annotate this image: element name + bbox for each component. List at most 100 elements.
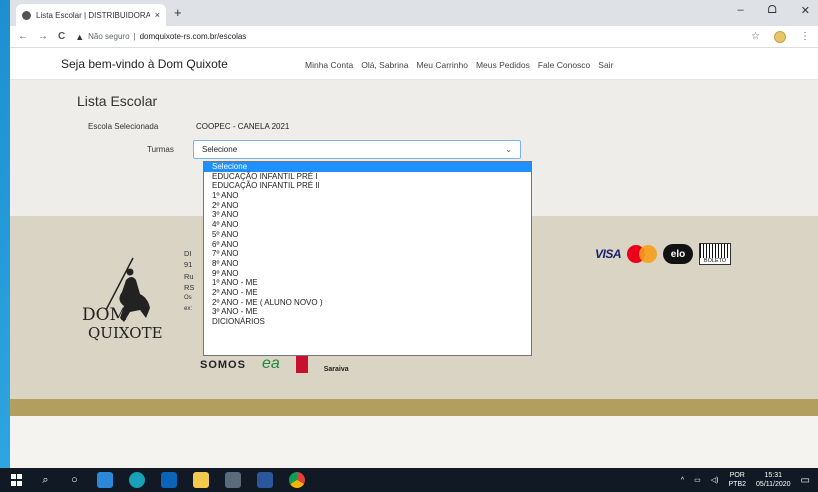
site-header: Seja bem-vindo à Dom Quixote Minha Conta… (10, 49, 818, 80)
dropdown-option[interactable]: 2º ANO - ME ( ALUNO NOVO ) (204, 298, 531, 308)
chevron-down-icon: ⌄ (505, 145, 512, 154)
clock-time: 15:31 (764, 472, 783, 479)
profile-avatar[interactable] (774, 30, 786, 43)
page-title: Lista Escolar (77, 93, 158, 109)
language-indicator[interactable]: POR PTB2 (729, 471, 747, 489)
saraiva-logo: Saraiva (323, 366, 349, 373)
turmas-select[interactable]: Selecione ⌄ (193, 140, 521, 159)
mastercard-logo (627, 245, 658, 263)
dom-quixote-logo: DOM QUIXOTE (82, 257, 163, 342)
dropdown-option[interactable]: 1º ANO - ME (204, 278, 531, 288)
scipione-logo (295, 353, 308, 373)
address-line: Ru (184, 271, 194, 281)
dropdown-option[interactable]: 8º ANO (204, 259, 531, 269)
turmas-selected-value: Selecione (202, 145, 238, 154)
dropdown-option[interactable]: 4º ANO (204, 220, 531, 230)
calculator-icon[interactable] (225, 472, 241, 488)
lang-code: POR (729, 472, 745, 479)
welcome-text: Seja bem-vindo à Dom Quixote (61, 57, 228, 71)
dropdown-option[interactable]: 1º ANO (204, 191, 531, 201)
dropdown-option[interactable]: 3º ANO (204, 210, 531, 220)
minimize-icon[interactable]: – (738, 4, 744, 17)
nav-meus-pedidos[interactable]: Meus Pedidos (476, 60, 530, 70)
new-tab-icon[interactable]: + (174, 5, 182, 20)
nav-sair[interactable]: Sair (598, 60, 613, 70)
window-controls: – ᗝ ✕ (738, 4, 810, 17)
turmas-dropdown-list[interactable]: Selecione EDUCAÇÃO INFANTIL PRÉ I EDUCAÇ… (203, 161, 532, 356)
warning-triangle-icon: ▲ (75, 31, 85, 42)
windows-start-icon[interactable] (10, 474, 23, 487)
browser-tab[interactable]: Lista Escolar | DISTRIBUIDORA D × (16, 4, 166, 26)
tray-up-icon[interactable]: ^ (681, 477, 684, 484)
url-separator: | (133, 32, 136, 41)
dropdown-option[interactable]: DICIONÁRIOS (204, 317, 531, 327)
tab-close-icon[interactable]: × (155, 10, 160, 20)
dropdown-option[interactable]: 2º ANO (204, 201, 531, 211)
nav-greeting[interactable]: Olá, Sabrina (361, 60, 408, 70)
chrome-icon[interactable] (289, 472, 305, 488)
payment-methods: VISA elo BOLETO (595, 243, 732, 265)
somos-text: SOMOS (200, 359, 246, 371)
dropdown-option[interactable]: 5º ANO (204, 230, 531, 240)
site-favicon-icon (22, 10, 31, 20)
edge-icon[interactable] (97, 472, 113, 488)
dropdown-option[interactable]: 3º ANO - ME (204, 307, 531, 317)
edge-new-icon[interactable] (129, 472, 145, 488)
dropdown-option[interactable]: 9º ANO (204, 269, 531, 279)
address-line: ex: (184, 306, 193, 313)
footer-gold-bar (10, 399, 818, 416)
dropdown-option[interactable]: EDUCAÇÃO INFANTIL PRÉ II (204, 181, 531, 191)
nav-meu-carrinho[interactable]: Meu Carrinho (416, 60, 468, 70)
partner-logos: SOMOS ea Saraiva (200, 345, 349, 373)
forward-icon[interactable]: → (38, 31, 48, 42)
clock-date: 05/11/2020 (756, 481, 791, 488)
outlook-icon[interactable] (161, 472, 177, 488)
address-line: DI (184, 249, 192, 258)
address-bar: ← → C ▲ Não seguro | domquixote-rs.com.b… (10, 26, 818, 48)
dropdown-option[interactable]: 7º ANO (204, 249, 531, 259)
system-tray: ^ ▭ ◁) POR PTB2 15:31 05/11/2020 ▭ (681, 471, 810, 489)
dropdown-option[interactable]: EDUCAÇÃO INFANTIL PRÉ I (204, 172, 531, 182)
svg-text:QUIXOTE: QUIXOTE (88, 324, 163, 342)
address-line: Os (184, 295, 192, 302)
escola-label: Escola Selecionada (88, 122, 159, 131)
volume-icon[interactable]: ◁) (711, 476, 719, 484)
dropdown-option[interactable]: Selecione (204, 162, 531, 172)
url-text: domquixote-rs.com.br/escolas (139, 32, 247, 41)
clock[interactable]: 15:31 05/11/2020 (756, 471, 791, 489)
word-icon[interactable] (257, 472, 273, 488)
lang-sub: PTB2 (728, 481, 747, 488)
ea-logo: ea (261, 355, 280, 372)
network-icon[interactable]: ▭ (694, 476, 701, 484)
nav-minha-conta[interactable]: Minha Conta (305, 60, 353, 70)
visa-logo: VISA (595, 247, 622, 261)
search-icon[interactable]: ⌕ (39, 474, 52, 487)
reload-icon[interactable]: C (58, 31, 65, 42)
maximize-icon[interactable]: ᗝ (768, 4, 777, 17)
menu-icon[interactable]: ⋮ (800, 31, 810, 42)
task-view-icon[interactable]: ○ (68, 474, 81, 487)
somos-logo: SOMOS (200, 345, 246, 373)
address-block: DI 91 Ru RS Os ex: (184, 248, 194, 316)
url-field[interactable]: ▲ Não seguro | domquixote-rs.com.br/esco… (75, 28, 741, 46)
dropdown-option[interactable]: 2º ANO - ME (204, 288, 531, 298)
notifications-icon[interactable]: ▭ (801, 475, 810, 486)
browser-window: Lista Escolar | DISTRIBUIDORA D × + – ᗝ … (10, 0, 818, 468)
security-warning: Não seguro (88, 32, 130, 41)
tab-title: Lista Escolar | DISTRIBUIDORA D (36, 10, 150, 20)
file-explorer-icon[interactable] (193, 472, 209, 488)
boleto-text: BOLETO (700, 258, 731, 264)
svg-text:DOM: DOM (82, 305, 127, 325)
toolbar-right: ☆ ⋮ (751, 30, 810, 43)
bookmark-star-icon[interactable]: ☆ (751, 31, 760, 42)
escola-value: COOPEC - CANELA 2021 (196, 122, 290, 131)
close-icon[interactable]: ✕ (801, 4, 810, 17)
site-nav: Minha Conta Olá, Sabrina Meu Carrinho Me… (305, 60, 613, 70)
page-bottom (10, 416, 818, 468)
nav-fale-conosco[interactable]: Fale Conosco (538, 60, 590, 70)
boleto-logo: BOLETO (699, 243, 732, 265)
windows-taskbar: ⌕ ○ ^ ▭ ◁) POR PTB2 15:31 05/11/2020 ▭ (0, 468, 818, 492)
dropdown-option[interactable]: 6º ANO (204, 240, 531, 250)
back-icon[interactable]: ← (18, 31, 28, 42)
tab-bar: Lista Escolar | DISTRIBUIDORA D × + – ᗝ … (10, 0, 818, 26)
